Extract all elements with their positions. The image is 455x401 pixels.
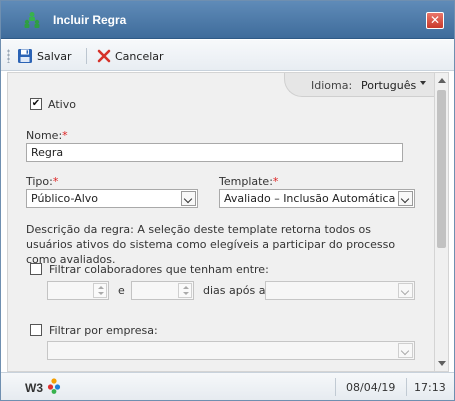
status-date: 08/04/19 bbox=[346, 381, 396, 394]
reference-date-select[interactable] bbox=[265, 281, 415, 300]
tipo-label-text: Tipo: bbox=[26, 175, 53, 188]
window-title: Incluir Regra bbox=[53, 13, 127, 27]
nome-input-value: Regra bbox=[31, 146, 64, 159]
filter-company-checkbox[interactable] bbox=[30, 324, 42, 336]
close-button[interactable]: ✕ bbox=[426, 12, 444, 29]
days-after-label: dias após a bbox=[203, 284, 266, 297]
tipo-required-mark: * bbox=[52, 175, 59, 188]
language-selector[interactable]: Idioma: Português bbox=[284, 73, 434, 97]
toolbar-grip bbox=[7, 49, 10, 63]
rule-description: Descrição da regra: A seleção deste temp… bbox=[26, 223, 396, 266]
tipo-select-value: Público-Alvo bbox=[31, 192, 99, 205]
cancel-label: Cancelar bbox=[115, 49, 164, 63]
title-bar: Incluir Regra ✕ bbox=[1, 1, 454, 39]
nome-input[interactable]: Regra bbox=[26, 143, 403, 162]
scroll-down-icon[interactable] bbox=[438, 361, 446, 366]
org-chart-icon bbox=[24, 12, 40, 28]
checkmark-icon: ✔ bbox=[31, 98, 41, 109]
filter-collab-label: Filtrar colaboradores que tenham entre: bbox=[49, 263, 269, 276]
template-label: Template:* bbox=[219, 175, 278, 188]
days-from-spinner[interactable] bbox=[47, 281, 109, 300]
chevron-down-icon bbox=[398, 343, 413, 358]
chevron-down-icon bbox=[181, 191, 196, 206]
language-value: Português bbox=[361, 79, 417, 92]
filter-company-label: Filtrar por empresa: bbox=[49, 324, 158, 337]
template-select[interactable]: Avaliado – Inclusão Automática bbox=[219, 189, 415, 208]
template-required-mark: * bbox=[272, 175, 279, 188]
w3-logo: W3 bbox=[25, 381, 43, 395]
floppy-disk-icon bbox=[18, 49, 32, 63]
toolbar: Salvar Cancelar bbox=[1, 40, 454, 71]
status-bar: W3 08/04/19 17:13 bbox=[1, 372, 454, 400]
nome-label: Nome:* bbox=[26, 129, 68, 142]
nome-required-mark: * bbox=[62, 129, 68, 142]
form-panel: Idioma: Português ✔ Ativo Nome:* Regra T… bbox=[7, 72, 435, 372]
language-label: Idioma: bbox=[311, 79, 353, 92]
save-button[interactable]: Salvar bbox=[17, 46, 72, 66]
and-label: e bbox=[118, 284, 125, 297]
nome-label-text: Nome: bbox=[26, 129, 63, 142]
days-to-spinner[interactable] bbox=[131, 281, 194, 300]
status-time: 17:13 bbox=[414, 381, 446, 394]
toolbar-separator bbox=[86, 48, 87, 64]
tipo-label: Tipo:* bbox=[26, 175, 58, 188]
caret-down-icon bbox=[420, 81, 426, 85]
spinner-arrows-icon[interactable] bbox=[93, 283, 107, 298]
chevron-down-icon bbox=[398, 191, 413, 206]
ativo-label: Ativo bbox=[48, 98, 76, 111]
logo-mark-icon bbox=[47, 378, 61, 394]
template-select-value: Avaliado – Inclusão Automática bbox=[224, 192, 396, 205]
ativo-checkbox[interactable]: ✔ bbox=[30, 98, 42, 110]
status-separator bbox=[406, 378, 407, 396]
status-separator bbox=[335, 378, 336, 396]
cancel-x-icon bbox=[97, 49, 111, 63]
chevron-down-icon bbox=[398, 283, 413, 298]
company-select[interactable] bbox=[47, 341, 415, 360]
vertical-scrollbar[interactable] bbox=[435, 72, 449, 372]
template-label-text: Template: bbox=[219, 175, 273, 188]
close-icon: ✕ bbox=[429, 13, 441, 27]
filter-collab-checkbox[interactable] bbox=[30, 263, 42, 275]
scroll-up-icon[interactable] bbox=[438, 78, 446, 83]
spinner-arrows-icon[interactable] bbox=[178, 283, 192, 298]
cancel-button[interactable]: Cancelar bbox=[97, 46, 164, 66]
tipo-select[interactable]: Público-Alvo bbox=[26, 189, 198, 208]
scroll-thumb[interactable] bbox=[437, 90, 446, 248]
save-label: Salvar bbox=[37, 49, 72, 63]
dialog-window: Incluir Regra ✕ Salvar Cancelar Idioma: … bbox=[0, 0, 455, 401]
